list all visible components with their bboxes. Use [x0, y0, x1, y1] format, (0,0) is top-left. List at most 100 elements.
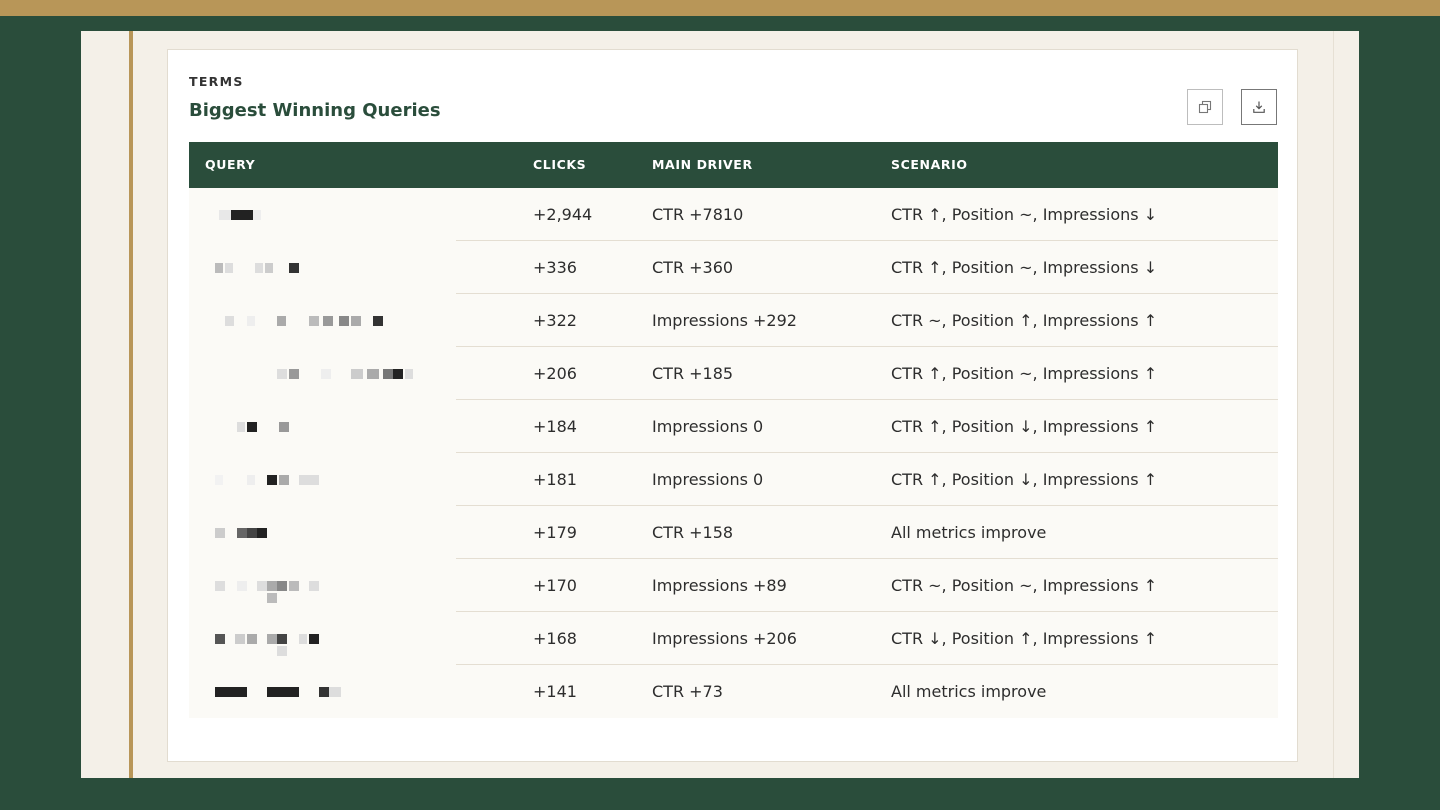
- clicks-cell: +322: [533, 311, 577, 330]
- redacted-query-text: [215, 241, 465, 294]
- table-row[interactable]: +322 Impressions +292 CTR ~, Position ↑,…: [189, 294, 1278, 347]
- redaction-block: [255, 263, 263, 273]
- clicks-cell: +336: [533, 258, 577, 277]
- gold-margin-rule: [129, 31, 133, 778]
- clicks-cell: +184: [533, 417, 577, 436]
- redaction-block: [383, 369, 393, 379]
- main-driver-cell: CTR +185: [652, 364, 734, 383]
- main-driver-cell: CTR +360: [652, 258, 734, 277]
- redaction-block: [323, 316, 333, 326]
- redacted-query-text: [215, 188, 465, 241]
- redaction-block: [299, 475, 319, 485]
- redacted-query-text: [215, 665, 465, 718]
- redaction-block: [231, 210, 253, 220]
- redaction-block: [289, 263, 299, 273]
- redaction-block: [237, 528, 247, 538]
- winning-queries-card: TERMS Biggest Winning Queries QUERY CLIC…: [167, 49, 1298, 762]
- redaction-block: [277, 646, 287, 656]
- redaction-block: [289, 369, 299, 379]
- scenario-cell: CTR ~, Position ~, Impressions ↑: [891, 576, 1158, 595]
- section-title: Biggest Winning Queries: [189, 100, 441, 121]
- redacted-query-text: [215, 294, 465, 347]
- redaction-block: [277, 369, 287, 379]
- redaction-block: [277, 581, 287, 591]
- redaction-block: [279, 422, 289, 432]
- redaction-block: [237, 581, 247, 591]
- main-driver-cell: CTR +73: [652, 682, 723, 701]
- redaction-block: [247, 528, 257, 538]
- download-icon: [1253, 101, 1265, 113]
- scenario-cell: CTR ↑, Position ~, Impressions ↑: [891, 364, 1158, 383]
- redaction-block: [309, 581, 319, 591]
- redaction-block: [215, 581, 225, 591]
- redaction-block: [405, 369, 413, 379]
- column-header-clicks[interactable]: CLICKS: [533, 142, 586, 188]
- clicks-cell: +170: [533, 576, 577, 595]
- top-accent-strip: [0, 0, 1440, 16]
- main-driver-cell: Impressions +206: [652, 629, 797, 648]
- redacted-query-text: [215, 453, 465, 506]
- redaction-block: [225, 316, 234, 326]
- redaction-block: [277, 316, 286, 326]
- redaction-block: [299, 634, 307, 644]
- redaction-block: [253, 210, 261, 220]
- scenario-cell: CTR ↑, Position ↓, Impressions ↑: [891, 470, 1158, 489]
- redacted-query-text: [215, 559, 465, 612]
- table-row[interactable]: +181 Impressions 0 CTR ↑, Position ↓, Im…: [189, 453, 1278, 506]
- scenario-cell: CTR ↑, Position ~, Impressions ↓: [891, 258, 1158, 277]
- scenario-cell: All metrics improve: [891, 682, 1047, 701]
- column-header-query[interactable]: QUERY: [205, 142, 255, 188]
- scenario-cell: CTR ↓, Position ↑, Impressions ↑: [891, 629, 1158, 648]
- table-row[interactable]: +184 Impressions 0 CTR ↑, Position ↓, Im…: [189, 400, 1278, 453]
- table-body: +2,944 CTR +7810 CTR ↑, Position ~, Impr…: [189, 188, 1278, 718]
- main-driver-cell: CTR +7810: [652, 205, 744, 224]
- redaction-block: [247, 422, 257, 432]
- redacted-query-text: [215, 612, 465, 665]
- table-row[interactable]: +170 Impressions +89 CTR ~, Position ~, …: [189, 559, 1278, 612]
- main-driver-cell: Impressions +89: [652, 576, 787, 595]
- section-eyebrow: TERMS: [189, 74, 244, 89]
- column-header-scenario[interactable]: SCENARIO: [891, 142, 968, 188]
- queries-table: QUERY CLICKS MAIN DRIVER SCENARIO +2,944…: [189, 142, 1278, 718]
- table-row[interactable]: +179 CTR +158 All metrics improve: [189, 506, 1278, 559]
- scenario-cell: CTR ↑, Position ↓, Impressions ↑: [891, 417, 1158, 436]
- clicks-cell: +168: [533, 629, 577, 648]
- table-row[interactable]: +168 Impressions +206 CTR ↓, Position ↑,…: [189, 612, 1278, 665]
- redaction-block: [219, 210, 231, 220]
- scenario-cell: All metrics improve: [891, 523, 1047, 542]
- redaction-block: [247, 634, 257, 644]
- redaction-block: [257, 581, 267, 591]
- redaction-block: [279, 475, 289, 485]
- main-driver-cell: Impressions 0: [652, 417, 764, 436]
- redaction-block: [267, 593, 277, 603]
- redaction-block: [373, 316, 383, 326]
- table-row[interactable]: +206 CTR +185 CTR ↑, Position ~, Impress…: [189, 347, 1278, 400]
- redaction-block: [215, 687, 247, 697]
- main-driver-cell: CTR +158: [652, 523, 734, 542]
- main-driver-cell: Impressions +292: [652, 311, 797, 330]
- redaction-block: [393, 369, 403, 379]
- clicks-cell: +2,944: [533, 205, 593, 224]
- redacted-query-text: [215, 506, 465, 559]
- redaction-block: [267, 687, 299, 697]
- scenario-cell: CTR ~, Position ↑, Impressions ↑: [891, 311, 1158, 330]
- column-header-main-driver[interactable]: MAIN DRIVER: [652, 142, 753, 188]
- copy-icon: [1198, 100, 1212, 114]
- redaction-block: [267, 581, 277, 591]
- redaction-block: [309, 634, 319, 644]
- redaction-block: [339, 316, 349, 326]
- download-button[interactable]: [1241, 89, 1277, 125]
- redaction-block: [289, 581, 299, 591]
- redaction-block: [215, 528, 225, 538]
- redaction-block: [265, 263, 273, 273]
- table-row[interactable]: +141 CTR +73 All metrics improve: [189, 665, 1278, 718]
- redaction-block: [319, 687, 329, 697]
- copy-button[interactable]: [1187, 89, 1223, 125]
- table-row[interactable]: +336 CTR +360 CTR ↑, Position ~, Impress…: [189, 241, 1278, 294]
- redaction-block: [309, 316, 319, 326]
- table-row[interactable]: +2,944 CTR +7810 CTR ↑, Position ~, Impr…: [189, 188, 1278, 241]
- redaction-block: [257, 528, 267, 538]
- redacted-query-text: [215, 400, 465, 453]
- redaction-block: [215, 475, 223, 485]
- clicks-cell: +179: [533, 523, 577, 542]
